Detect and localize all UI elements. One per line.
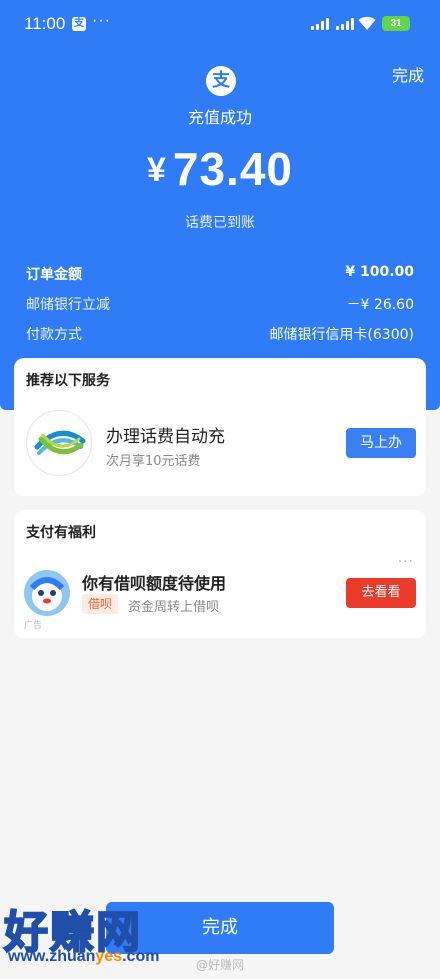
status-time: 11:00: [24, 14, 66, 33]
ad-label: 广告: [24, 621, 43, 631]
benefit-title: 你有借呗额度待使用: [82, 574, 227, 593]
detail-row-payment-method: 付款方式 邮储银行信用卡(6300): [26, 324, 414, 344]
detail-row-order-amount: 订单金额 ¥ 100.00: [26, 264, 414, 284]
watermark-url-suffix: .com: [122, 948, 160, 965]
service-subtitle: 次月享10元话费: [106, 454, 201, 469]
watermark-url-highlight: yes: [95, 948, 123, 965]
watermark-url: www.zhuanyes.com: [8, 948, 159, 966]
detail-value: 邮储银行信用卡(6300): [269, 327, 414, 343]
recommend-services-card: 推荐以下服务 办理话费自动充 次月享10元话费 马上办: [14, 358, 426, 496]
go-see-button[interactable]: 去看看: [346, 578, 416, 608]
wifi-icon: [358, 16, 376, 30]
watermark-url-prefix: www.zhuan: [8, 948, 96, 965]
watermark-weibo: @好赚网: [196, 958, 245, 972]
battery-icon: 31: [382, 16, 410, 31]
service-title: 办理话费自动充: [106, 427, 225, 447]
paid-amount: ¥73.40: [0, 142, 440, 196]
more-notifications-icon: ···: [92, 12, 111, 29]
jiebei-tag: 借呗: [82, 594, 119, 614]
card-title: 推荐以下服务: [26, 373, 110, 389]
status-bar: 11:00 支 ··· 31: [0, 0, 440, 50]
alipay-notification-icon: 支: [72, 17, 86, 31]
done-button-top[interactable]: 完成: [392, 62, 424, 86]
card-title: 支付有福利: [26, 525, 96, 541]
apply-now-button[interactable]: 马上办: [346, 428, 416, 458]
jiebei-mascot-icon: [24, 570, 70, 616]
currency-symbol: ¥: [146, 151, 167, 189]
signal-strength-icon: [311, 18, 329, 30]
detail-label: 付款方式: [26, 327, 82, 343]
amount-value: 73.40: [172, 143, 294, 195]
detail-value: －¥ 26.60: [346, 297, 414, 313]
detail-value: ¥ 100.00: [345, 264, 414, 280]
more-options-icon[interactable]: ···: [398, 554, 414, 570]
payment-benefits-card: 支付有福利 ··· 广告 你有借呗额度待使用 借呗 资金周转上借呗 去看看: [14, 510, 426, 638]
detail-label: 邮储银行立减: [26, 297, 110, 313]
signal-strength-icon-2: [336, 18, 354, 30]
china-mobile-logo-icon: [26, 410, 92, 476]
alipay-logo-icon: 支: [206, 66, 236, 96]
detail-row-bank-discount: 邮储银行立减 －¥ 26.60: [26, 294, 414, 314]
credited-status: 话费已到账: [185, 215, 255, 231]
detail-label: 订单金额: [26, 267, 82, 283]
benefit-subtitle: 资金周转上借呗: [128, 600, 220, 615]
header-background: [0, 0, 440, 410]
payment-success-text: 充值成功: [187, 108, 252, 127]
